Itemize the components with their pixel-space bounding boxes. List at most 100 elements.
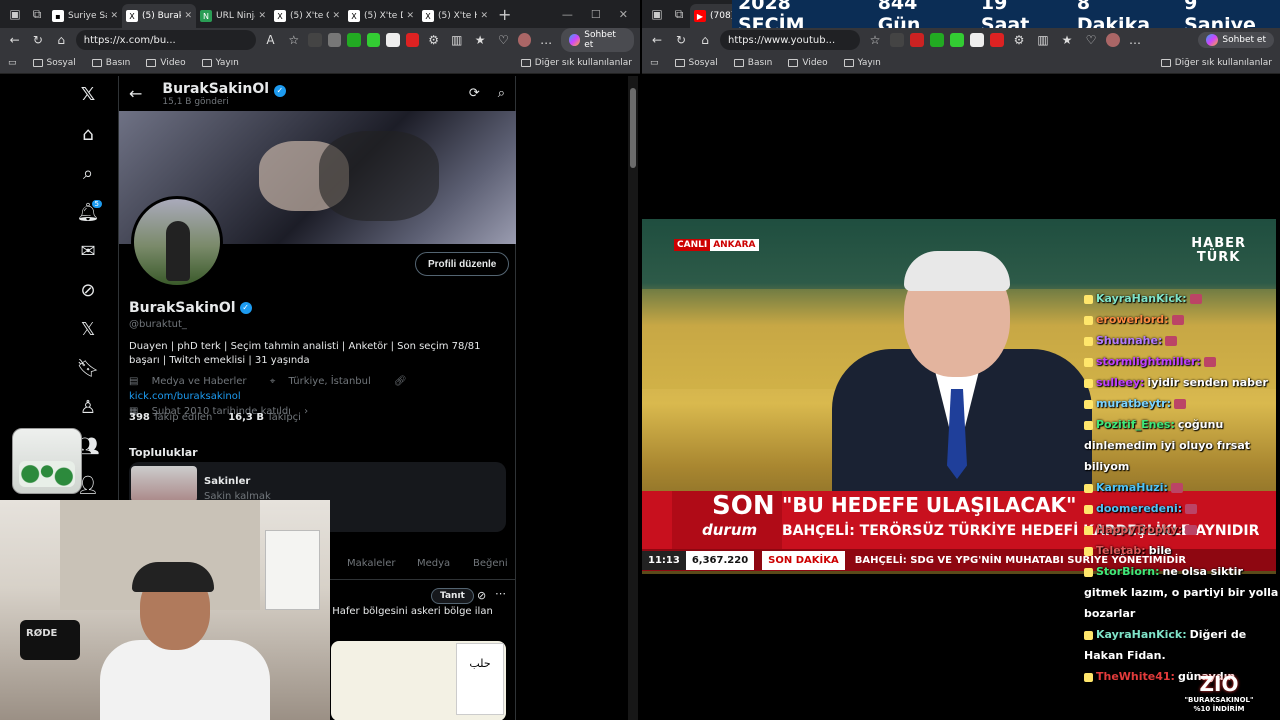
tab-likes[interactable]: Beğeni: [473, 558, 508, 569]
search-icon[interactable]: ⌕: [498, 86, 505, 101]
extension-icon[interactable]: [950, 33, 964, 47]
profile-bio: Duayen | phD terk | Seçim tahmin analist…: [129, 341, 481, 366]
extension-icon[interactable]: [910, 33, 924, 47]
tab-articles[interactable]: Makaleler: [347, 558, 395, 569]
sidebar-icon[interactable]: ▭: [8, 58, 17, 68]
address-bar[interactable]: https://www.youtub...: [720, 30, 860, 50]
reload-icon[interactable]: ↻: [672, 33, 690, 47]
tab-actions-icon[interactable]: ▣: [4, 3, 26, 25]
more-icon[interactable]: ⋯: [495, 587, 506, 600]
promote-button[interactable]: Tanıt: [431, 588, 474, 604]
extensions-icon[interactable]: ⚙: [425, 33, 442, 47]
search-icon[interactable]: ⌕: [72, 163, 104, 189]
grok-icon[interactable]: ⊘: [477, 589, 486, 602]
avatar[interactable]: [1106, 33, 1120, 47]
tab-4[interactable]: X (5) X'te De✕: [344, 4, 418, 28]
split-screen-icon[interactable]: ▥: [1034, 33, 1052, 47]
back-arrow-icon[interactable]: ←: [129, 84, 142, 103]
profile-avatar[interactable]: [131, 196, 223, 288]
extension-icon[interactable]: [990, 33, 1004, 47]
x-premium-icon[interactable]: 𝕏: [72, 319, 104, 345]
extension-icon[interactable]: [327, 33, 342, 47]
favorites-icon[interactable]: ★: [1058, 33, 1076, 47]
tab-5[interactable]: X (5) X'te Ha✕: [418, 4, 492, 28]
extension-icon[interactable]: [405, 33, 419, 47]
close-icon[interactable]: ✕: [480, 11, 488, 21]
other-bookmarks[interactable]: Diğer sık kullanılanlar: [520, 58, 632, 68]
tab-0[interactable]: ▪ Suriye Sav✕: [48, 4, 122, 28]
other-bookmarks[interactable]: Diğer sık kullanılanlar: [1160, 58, 1272, 68]
favorite-star-icon[interactable]: ☆: [285, 33, 302, 47]
extension-icon[interactable]: [890, 33, 904, 47]
edit-profile-button[interactable]: Profili düzenle: [415, 252, 510, 276]
close-icon[interactable]: ✕: [184, 11, 192, 21]
tab-actions-icon[interactable]: ▣: [646, 3, 668, 25]
post-map-image[interactable]: حلب: [331, 641, 506, 720]
back-icon[interactable]: ←: [648, 33, 666, 47]
following-stat[interactable]: 398 Takip edilen: [129, 412, 212, 423]
scrollbar-thumb[interactable]: [630, 88, 636, 168]
stream-chat-overlay: KayraHanKick: erowerlord: Shuunahe: stormli…: [1084, 288, 1280, 687]
avatar[interactable]: [518, 33, 532, 47]
ninja-icon: N: [200, 10, 212, 22]
close-icon[interactable]: ✕: [110, 11, 118, 21]
bookmark-folder[interactable]: Yayın: [201, 58, 239, 68]
bookmark-folder[interactable]: Yayın: [843, 58, 881, 68]
refresh-icon[interactable]: ⟳: [469, 86, 480, 101]
maximize-icon[interactable]: ☐: [591, 8, 601, 21]
tab-3[interactable]: X (5) X'te Or✕: [270, 4, 344, 28]
new-tab-icon[interactable]: +: [498, 5, 511, 24]
tab-label: Suriye Sav: [68, 11, 107, 21]
followers-stat[interactable]: 16,3 B Takipçi: [228, 412, 301, 423]
close-icon[interactable]: ✕: [258, 11, 266, 21]
favorites-icon[interactable]: ★: [471, 33, 488, 47]
collections-icon[interactable]: ♡: [495, 33, 512, 47]
x-logo-icon[interactable]: 𝕏: [72, 84, 104, 110]
home-icon[interactable]: ⌂: [72, 124, 104, 150]
sidebar-icon[interactable]: ▭: [650, 58, 659, 68]
more-icon[interactable]: …: [537, 33, 554, 47]
bookmark-folder[interactable]: Basın: [91, 58, 130, 68]
reload-icon[interactable]: ↻: [29, 33, 46, 47]
home-icon[interactable]: ⌂: [696, 33, 714, 47]
extensions-icon[interactable]: ⚙: [1010, 33, 1028, 47]
notifications-icon[interactable]: 🔔︎ 5: [72, 200, 104, 228]
news-headline: "BU HEDEFE ULAŞILACAK": [782, 493, 1077, 517]
back-icon[interactable]: ←: [6, 33, 23, 47]
extension-icon[interactable]: [930, 33, 944, 47]
copilot-chat-button[interactable]: Sohbet et: [1198, 32, 1274, 48]
jobs-icon[interactable]: ♙: [72, 397, 104, 423]
extension-icon[interactable]: [366, 33, 381, 47]
bookmark-folder[interactable]: Video: [788, 58, 828, 68]
more-icon[interactable]: …: [1126, 33, 1144, 47]
bookmark-folder[interactable]: Sosyal: [674, 58, 718, 68]
extension-icon[interactable]: [386, 33, 400, 47]
page-scrollbar[interactable]: [628, 76, 638, 720]
copilot-chat-button[interactable]: Sohbet et: [560, 28, 634, 52]
tab-media[interactable]: Medya: [417, 558, 450, 569]
bookmark-folder[interactable]: Basın: [733, 58, 772, 68]
home-icon[interactable]: ⌂: [53, 33, 70, 47]
close-icon[interactable]: ✕: [332, 11, 340, 21]
close-icon[interactable]: ✕: [406, 11, 414, 21]
bookmark-folder[interactable]: Sosyal: [32, 58, 76, 68]
read-aloud-icon[interactable]: A: [262, 33, 279, 47]
minimize-icon[interactable]: —: [562, 8, 573, 21]
close-window-icon[interactable]: ✕: [619, 8, 628, 21]
tab-2[interactable]: N URL Ninja ✕: [196, 4, 270, 28]
favorite-star-icon[interactable]: ☆: [866, 33, 884, 47]
bookmark-folder[interactable]: Video: [146, 58, 186, 68]
bookmarks-icon[interactable]: 🔖︎: [72, 358, 104, 384]
extension-icon[interactable]: [970, 33, 984, 47]
split-screen-icon[interactable]: ▥: [448, 33, 465, 47]
grok-icon[interactable]: ⊘: [72, 280, 104, 306]
address-bar[interactable]: https://x.com/bu...: [75, 30, 256, 50]
collections-icon[interactable]: ♡: [1082, 33, 1100, 47]
workspaces-icon[interactable]: ⧉: [668, 3, 690, 25]
chat-message: StorBiorn: ne olsa siktir gitmek lazım, o…: [1084, 561, 1280, 624]
messages-icon[interactable]: ✉: [72, 241, 104, 267]
extension-icon[interactable]: [308, 33, 322, 47]
extension-icon[interactable]: [347, 33, 361, 47]
tab-1[interactable]: X (5) BurakS✕: [122, 4, 196, 28]
workspaces-icon[interactable]: ⧉: [26, 3, 48, 25]
